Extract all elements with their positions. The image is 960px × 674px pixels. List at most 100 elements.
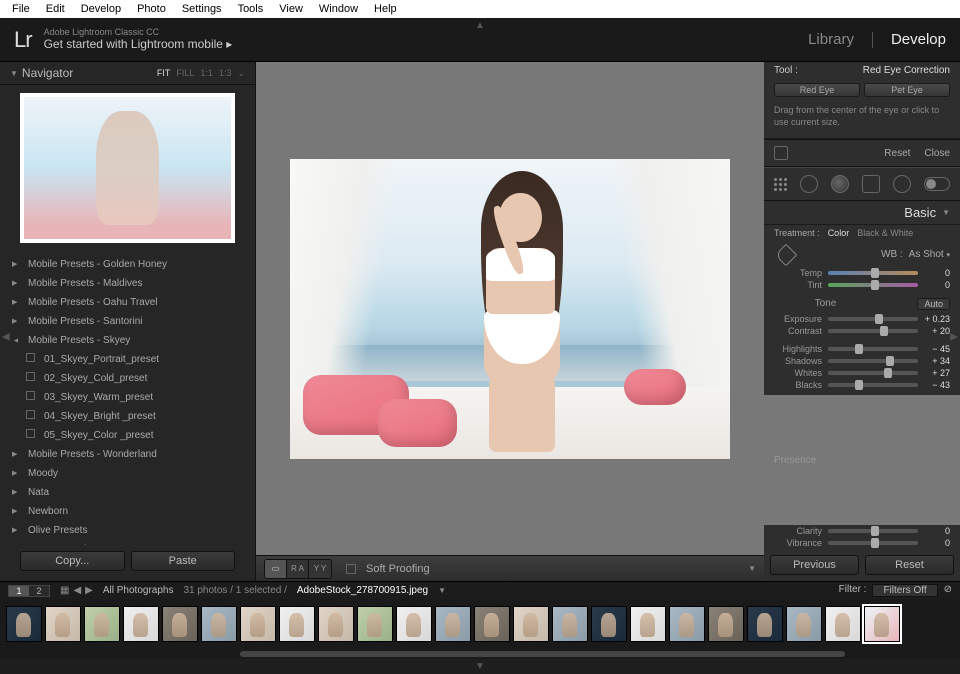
module-develop[interactable]: Develop xyxy=(891,31,946,48)
filmstrip-thumb[interactable] xyxy=(6,606,42,642)
navigator-header[interactable]: ▼ Navigator FIT FILL 1:1 1:3 ⌄ xyxy=(0,62,255,85)
preset-item[interactable]: 04_Skyey_Bright _preset xyxy=(0,407,255,426)
secondary-display[interactable]: 1 2 xyxy=(8,585,50,597)
whites-slider[interactable]: Whites+ 27 xyxy=(764,367,960,379)
treatment-bw[interactable]: Black & White xyxy=(857,228,913,238)
preset-group[interactable]: ▶Olive Presets xyxy=(0,521,255,540)
reset-button[interactable]: Reset xyxy=(884,148,910,159)
toolbar-expand-icon[interactable]: ▼ xyxy=(748,564,756,573)
filmstrip-thumb[interactable] xyxy=(747,606,783,642)
peteye-tab[interactable]: Pet Eye xyxy=(864,83,950,97)
filmstrip-thumb[interactable] xyxy=(669,606,705,642)
filmstrip-thumb[interactable] xyxy=(474,606,510,642)
filmstrip-thumb[interactable] xyxy=(84,606,120,642)
display-2[interactable]: 2 xyxy=(29,586,49,596)
basic-panel-header[interactable]: Basic ▼ xyxy=(764,201,960,225)
copy-button[interactable]: Copy... xyxy=(20,551,125,571)
menu-develop[interactable]: Develop xyxy=(73,3,129,15)
contrast-slider[interactable]: Contrast+ 20 xyxy=(764,325,960,337)
filmstrip-thumb[interactable] xyxy=(240,606,276,642)
highlights-slider[interactable]: Highlights− 45 xyxy=(764,343,960,355)
filmstrip-thumb[interactable] xyxy=(708,606,744,642)
mobile-tagline[interactable]: Get started with Lightroom mobile ▸ xyxy=(44,38,233,51)
filmstrip-thumb[interactable] xyxy=(786,606,822,642)
filmstrip-thumb-selected[interactable] xyxy=(864,606,900,642)
collapse-bottom-icon[interactable]: ▼ xyxy=(475,661,485,672)
preset-group[interactable]: ▶Mobile Presets - Santorini xyxy=(0,312,255,331)
exposure-slider[interactable]: Exposure+ 0.23 xyxy=(764,313,960,325)
soft-proofing-checkbox[interactable] xyxy=(346,564,356,574)
filmstrip-thumb[interactable] xyxy=(123,606,159,642)
preset-group[interactable]: ▶Mobile Presets - Oahu Travel xyxy=(0,293,255,312)
next-photo-icon[interactable]: ▶ xyxy=(85,585,93,596)
auto-button[interactable]: Auto xyxy=(917,298,950,310)
brush-tool-icon[interactable] xyxy=(924,177,950,191)
zoom-fit[interactable]: FIT xyxy=(157,68,171,79)
filmstrip-thumb[interactable] xyxy=(552,606,588,642)
crop-tool-icon[interactable] xyxy=(774,178,787,191)
filter-lock-icon[interactable]: ⊘ xyxy=(944,584,952,597)
view-mode-toggle[interactable]: ▭ R A Y Y xyxy=(264,559,332,579)
filmstrip-thumb[interactable] xyxy=(201,606,237,642)
collapse-top-icon[interactable]: ▲ xyxy=(475,20,485,31)
menu-help[interactable]: Help xyxy=(366,3,405,15)
filmstrip-thumb[interactable] xyxy=(435,606,471,642)
filmstrip-thumb[interactable] xyxy=(162,606,198,642)
zoom-ratio[interactable]: 1:3 xyxy=(219,68,232,79)
redeye-tab[interactable]: Red Eye xyxy=(774,83,860,97)
view-single-icon[interactable]: ▭ xyxy=(265,560,287,578)
menu-view[interactable]: View xyxy=(271,3,311,15)
view-before-after-icon[interactable]: R A xyxy=(287,560,309,578)
filmstrip-thumb[interactable] xyxy=(825,606,861,642)
close-button[interactable]: Close xyxy=(924,148,950,159)
menu-tools[interactable]: Tools xyxy=(230,3,272,15)
filter-dropdown[interactable]: Filters Off xyxy=(872,584,937,597)
filename-dropdown-icon[interactable]: ▼ xyxy=(438,586,446,595)
spot-tool-icon[interactable] xyxy=(800,175,818,193)
view-split-icon[interactable]: Y Y xyxy=(309,560,331,578)
filmstrip-thumb[interactable] xyxy=(318,606,354,642)
filmstrip-thumb[interactable] xyxy=(630,606,666,642)
module-library[interactable]: Library xyxy=(808,31,854,48)
preset-group[interactable]: ▶Newborn xyxy=(0,502,255,521)
menu-window[interactable]: Window xyxy=(311,3,366,15)
filmstrip-thumb[interactable] xyxy=(279,606,315,642)
tint-slider[interactable]: Tint0 xyxy=(764,279,960,291)
vibrance-slider[interactable]: Vibrance0 xyxy=(764,537,960,549)
treatment-color[interactable]: Color xyxy=(828,228,850,238)
eyedropper-icon[interactable] xyxy=(774,243,800,265)
photo-canvas[interactable] xyxy=(290,159,730,459)
previous-button[interactable]: Previous xyxy=(770,555,859,575)
collapse-left-icon[interactable]: ◀ xyxy=(2,332,10,343)
os-menubar[interactable]: File Edit Develop Photo Settings Tools V… xyxy=(0,0,960,18)
preset-group-open[interactable]: ▼Mobile Presets - Skyey xyxy=(0,331,255,350)
navigator-thumbnail[interactable] xyxy=(20,93,235,243)
preset-group[interactable]: ▶Moody xyxy=(0,464,255,483)
zoom-fill[interactable]: FILL xyxy=(176,68,194,79)
redeye-tool-icon[interactable] xyxy=(831,175,849,193)
prev-photo-icon[interactable]: ◀ xyxy=(73,585,81,596)
preset-group[interactable]: ▶Mobile Presets - Golden Honey xyxy=(0,255,255,274)
clarity-slider[interactable]: Clarity0 xyxy=(764,525,960,537)
menu-photo[interactable]: Photo xyxy=(129,3,174,15)
preset-group[interactable]: ▶Orange&Teal xyxy=(0,540,255,545)
canvas-viewport[interactable] xyxy=(256,62,764,555)
preset-item[interactable]: 03_Skyey_Warm_preset xyxy=(0,388,255,407)
toggle-switch-icon[interactable] xyxy=(774,146,788,160)
menu-settings[interactable]: Settings xyxy=(174,3,230,15)
menu-edit[interactable]: Edit xyxy=(38,3,73,15)
chevron-icon[interactable]: ⌄ xyxy=(237,68,245,79)
filmstrip-thumb[interactable] xyxy=(591,606,627,642)
zoom-1to1[interactable]: 1:1 xyxy=(200,68,213,79)
filmstrip-scrollbar[interactable] xyxy=(0,649,960,659)
paste-button[interactable]: Paste xyxy=(131,551,236,571)
filmstrip[interactable] xyxy=(0,599,960,649)
preset-group[interactable]: ▶Mobile Presets - Maldives xyxy=(0,274,255,293)
collapse-right-icon[interactable]: ▶ xyxy=(950,332,958,343)
gradient-tool-icon[interactable] xyxy=(862,175,880,193)
display-1[interactable]: 1 xyxy=(9,586,29,596)
source-label[interactable]: All Photographs xyxy=(103,585,174,596)
menu-file[interactable]: File xyxy=(4,3,38,15)
wb-dropdown[interactable]: As Shot ▾ xyxy=(909,249,950,260)
filmstrip-thumb[interactable] xyxy=(357,606,393,642)
